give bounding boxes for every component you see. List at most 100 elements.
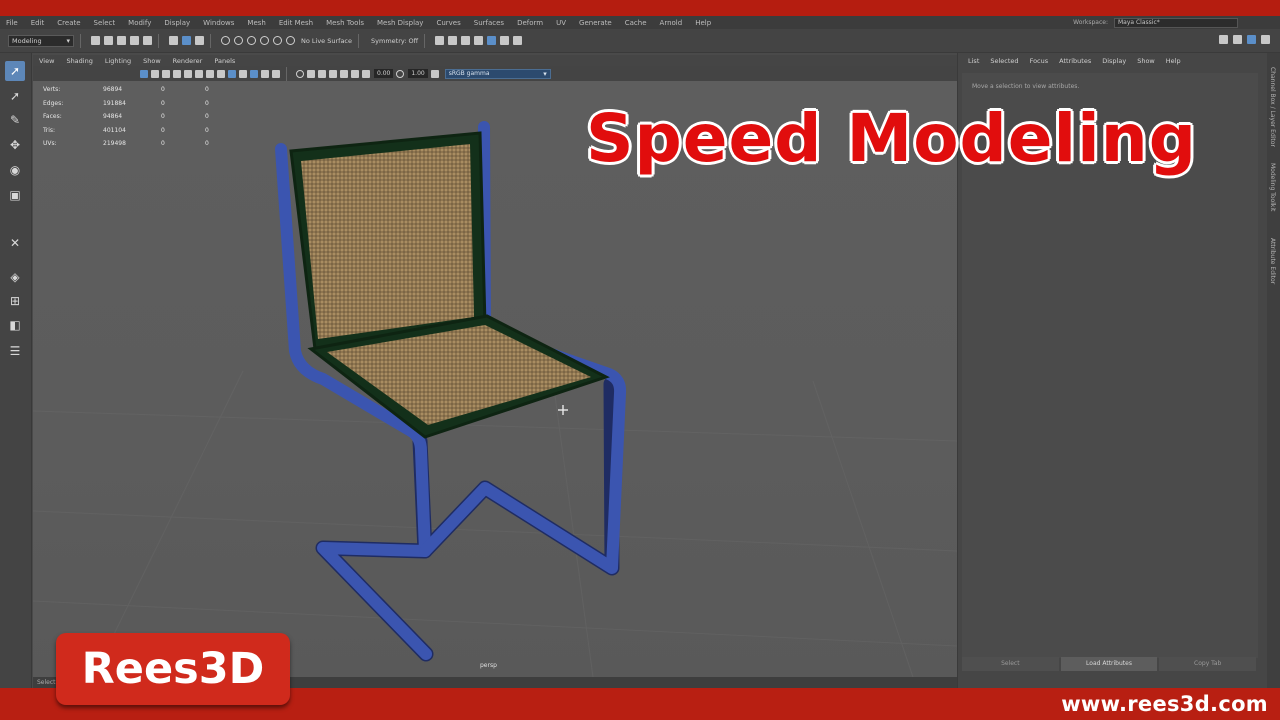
snap-curve-icon[interactable] bbox=[234, 36, 243, 45]
attr-menu-show[interactable]: Show bbox=[1137, 57, 1155, 65]
view-transform-dropdown[interactable]: sRGB gamma bbox=[444, 68, 551, 79]
textured-icon[interactable] bbox=[250, 69, 258, 78]
menu-item-surfaces[interactable]: Surfaces bbox=[474, 19, 504, 27]
move-tool-icon[interactable]: ✥ bbox=[5, 135, 25, 155]
exposure-field[interactable]: 0.00 bbox=[374, 69, 394, 78]
camera-attr-icon[interactable] bbox=[151, 69, 159, 78]
character-controls-icon[interactable] bbox=[1233, 35, 1242, 44]
attr-menu-list[interactable]: List bbox=[968, 57, 979, 65]
antialias-icon[interactable] bbox=[340, 69, 348, 78]
wireframe-icon[interactable] bbox=[228, 69, 236, 78]
snap-surface-icon[interactable] bbox=[273, 36, 282, 45]
select-component-icon[interactable] bbox=[182, 36, 191, 45]
menu-item-deform[interactable]: Deform bbox=[517, 19, 543, 27]
gamma-icon[interactable] bbox=[396, 69, 405, 78]
lasso-tool-icon[interactable]: ➚ bbox=[5, 86, 25, 106]
menu-item-arnold[interactable]: Arnold bbox=[660, 19, 683, 27]
viewport-menu-renderer[interactable]: Renderer bbox=[173, 57, 203, 65]
hypershade-icon[interactable] bbox=[487, 36, 497, 45]
menu-item-cache[interactable]: Cache bbox=[625, 19, 647, 27]
scale-tool-icon[interactable]: ▣ bbox=[5, 185, 25, 205]
lights-icon[interactable] bbox=[261, 69, 269, 78]
color-management-icon[interactable] bbox=[430, 69, 439, 78]
exposure-icon[interactable] bbox=[362, 69, 370, 78]
attr-menu-display[interactable]: Display bbox=[1102, 57, 1126, 65]
viewport-menu-show[interactable]: Show bbox=[143, 57, 161, 65]
image-plane-icon[interactable] bbox=[173, 69, 181, 78]
viewport-menu-view[interactable]: View bbox=[39, 57, 54, 65]
viewport-menu-panels[interactable]: Panels bbox=[214, 57, 235, 65]
attribute-editor-icon[interactable] bbox=[1247, 35, 1256, 44]
rotate-tool-icon[interactable]: ◉ bbox=[5, 160, 25, 180]
snap-point-icon[interactable] bbox=[247, 36, 256, 45]
menu-item-mesh[interactable]: Mesh bbox=[247, 19, 265, 27]
redo-icon[interactable] bbox=[143, 36, 152, 45]
select-tool-icon[interactable]: ➚ bbox=[5, 61, 25, 81]
last-tool-icon[interactable]: ✕ bbox=[5, 233, 25, 253]
attr-menu-help[interactable]: Help bbox=[1166, 57, 1181, 65]
snap-grid-icon[interactable] bbox=[221, 36, 230, 45]
menu-item-select[interactable]: Select bbox=[94, 19, 116, 27]
save-scene-icon[interactable] bbox=[117, 36, 126, 45]
single-view-icon[interactable]: ◈ bbox=[5, 267, 25, 287]
menu-item-uv[interactable]: UV bbox=[556, 19, 566, 27]
menu-item-curves[interactable]: Curves bbox=[436, 19, 460, 27]
symmetry-dropdown[interactable]: Symmetry: Off bbox=[371, 37, 418, 45]
undo-icon[interactable] bbox=[130, 36, 139, 45]
shadows-icon[interactable] bbox=[272, 69, 280, 78]
menu-item-file[interactable]: File bbox=[6, 19, 18, 27]
smooth-shade-icon[interactable] bbox=[239, 69, 247, 78]
menu-item-edit-mesh[interactable]: Edit Mesh bbox=[279, 19, 313, 27]
menu-set-dropdown[interactable]: Modeling bbox=[8, 34, 74, 47]
pause-icon[interactable] bbox=[513, 36, 523, 45]
outliner-icon[interactable]: ☰ bbox=[5, 341, 25, 361]
menu-item-generate[interactable]: Generate bbox=[579, 19, 612, 27]
ambient-occlusion-icon[interactable] bbox=[329, 69, 337, 78]
snap-view-icon[interactable] bbox=[260, 36, 269, 45]
arnold-render-icon[interactable] bbox=[500, 36, 510, 45]
load-attributes-button[interactable]: Load Attributes bbox=[1060, 657, 1158, 671]
xray-joints-icon[interactable] bbox=[318, 69, 326, 78]
xray-icon[interactable] bbox=[307, 69, 315, 78]
gamma-field[interactable]: 1.00 bbox=[408, 69, 428, 78]
copy-tab-button[interactable]: Copy Tab bbox=[1159, 657, 1257, 671]
menu-item-edit[interactable]: Edit bbox=[31, 19, 45, 27]
tab-modeling-toolkit[interactable]: Modeling Toolkit bbox=[1269, 163, 1276, 211]
four-view-icon[interactable]: ⊞ bbox=[5, 291, 25, 311]
workspace-dropdown[interactable]: Maya Classic* bbox=[1114, 17, 1238, 28]
menu-item-display[interactable]: Display bbox=[164, 19, 190, 27]
camera-select-icon[interactable] bbox=[140, 69, 148, 78]
menu-item-windows[interactable]: Windows bbox=[203, 19, 234, 27]
menu-item-modify[interactable]: Modify bbox=[128, 19, 151, 27]
attr-menu-attributes[interactable]: Attributes bbox=[1059, 57, 1091, 65]
render-view-icon[interactable] bbox=[448, 36, 458, 45]
attr-menu-focus[interactable]: Focus bbox=[1030, 57, 1049, 65]
bookmark-icon[interactable] bbox=[162, 69, 170, 78]
modeling-toolkit-icon[interactable] bbox=[1219, 35, 1228, 44]
viewport-menu-lighting[interactable]: Lighting bbox=[105, 57, 131, 65]
live-surface-field[interactable]: No Live Surface bbox=[301, 37, 352, 45]
new-scene-icon[interactable] bbox=[91, 36, 100, 45]
depth-of-field-icon[interactable] bbox=[351, 69, 359, 78]
gate-mask-icon[interactable] bbox=[217, 69, 225, 78]
isolate-icon[interactable] bbox=[296, 69, 304, 78]
render-settings-icon[interactable] bbox=[474, 36, 484, 45]
select-button[interactable]: Select bbox=[962, 657, 1059, 671]
snap-live-icon[interactable] bbox=[286, 36, 295, 45]
attr-menu-selected[interactable]: Selected bbox=[990, 57, 1018, 65]
tab-channel-box[interactable]: Channel Box / Layer Editor bbox=[1269, 67, 1276, 147]
grid-toggle-icon[interactable] bbox=[184, 69, 192, 78]
two-view-icon[interactable]: ◧ bbox=[5, 315, 25, 335]
resolution-gate-icon[interactable] bbox=[206, 69, 214, 78]
select-object-icon[interactable] bbox=[195, 36, 204, 45]
menu-item-help[interactable]: Help bbox=[695, 19, 711, 27]
select-hierarchy-icon[interactable] bbox=[169, 36, 178, 45]
render-icon[interactable] bbox=[435, 36, 445, 45]
menu-item-mesh-display[interactable]: Mesh Display bbox=[377, 19, 423, 27]
paint-select-icon[interactable]: ✎ bbox=[5, 110, 25, 130]
channel-box-icon[interactable] bbox=[1261, 35, 1270, 44]
menu-item-mesh-tools[interactable]: Mesh Tools bbox=[326, 19, 364, 27]
menu-item-create[interactable]: Create bbox=[57, 19, 80, 27]
viewport-menu-shading[interactable]: Shading bbox=[66, 57, 92, 65]
film-gate-icon[interactable] bbox=[195, 69, 203, 78]
